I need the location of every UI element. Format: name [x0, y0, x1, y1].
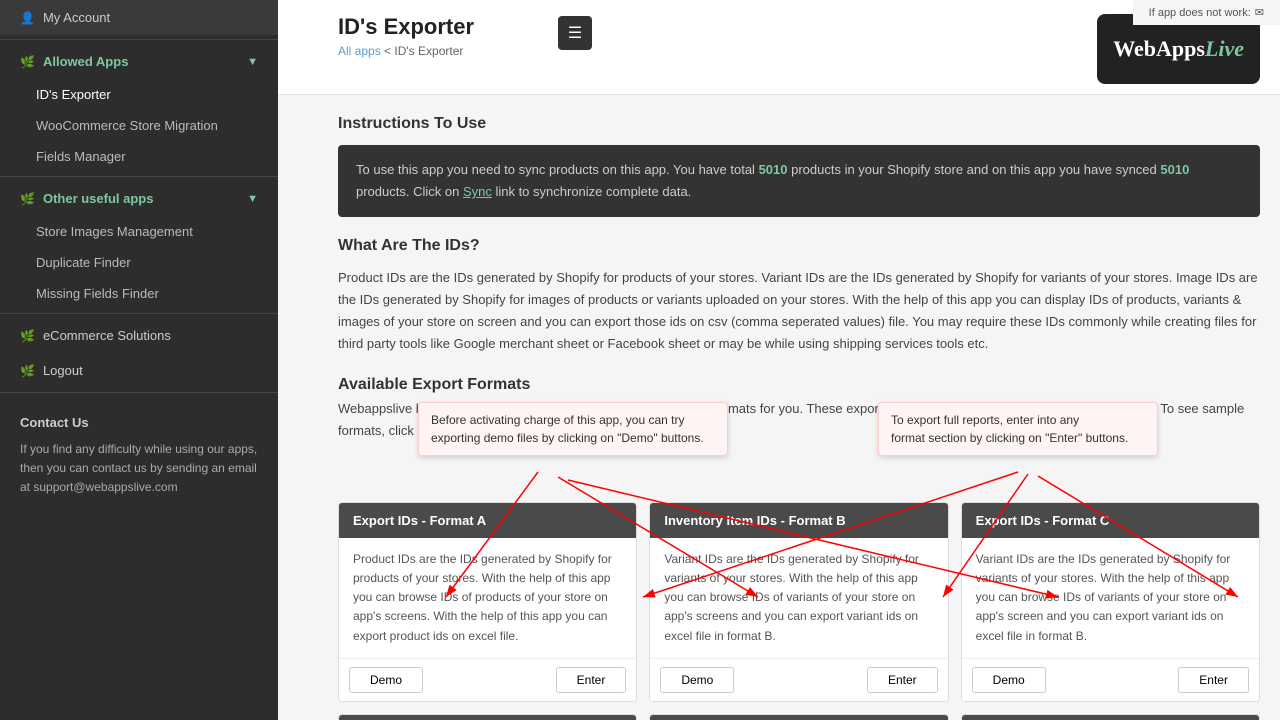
ecommerce-icon: 🌿 [20, 329, 35, 343]
sync-link[interactable]: Sync [463, 184, 492, 199]
content-body: Instructions To Use To use this app you … [278, 95, 1280, 720]
page-title: ID's Exporter [338, 14, 474, 40]
logout-icon: 🌿 [20, 364, 35, 378]
card-b-enter-button[interactable]: Enter [867, 667, 938, 693]
export-card-b: Inventory Item IDs - Format B Variant ID… [649, 502, 948, 702]
top-bar: If app does not work: ✉ [1133, 0, 1280, 25]
export-card-a: Export IDs - Format A Product IDs are th… [338, 502, 637, 702]
cards-row-1: Export IDs - Format A Product IDs are th… [338, 502, 1260, 702]
hamburger-button[interactable]: ☰ [558, 16, 592, 50]
logo: WebAppsLive [1113, 36, 1244, 62]
sidebar-item-fields-manager[interactable]: Fields Manager [0, 141, 278, 172]
sidebar-divider-1 [0, 39, 278, 40]
sidebar-section-other-apps[interactable]: 🌿 Other useful apps ▼ [0, 181, 278, 216]
card-a-header: Export IDs - Format A [339, 503, 636, 538]
export-card-f: Format F - Google Merchant Sheet Product… [961, 714, 1260, 720]
sidebar-section-allowed-apps[interactable]: 🌿 Allowed Apps ▼ [0, 44, 278, 79]
cards-row-2: Export IDs - Format D Image IDs are the … [338, 714, 1260, 720]
sidebar-item-woocommerce-migration[interactable]: WooCommerce Store Migration [0, 110, 278, 141]
user-icon: 👤 [20, 11, 35, 25]
email-icon[interactable]: ✉ [1255, 6, 1264, 19]
card-c-header: Export IDs - Format C [962, 503, 1259, 538]
sidebar-item-logout[interactable]: 🌿 Logout [0, 353, 278, 388]
sidebar: 👤 My Account 🌿 Allowed Apps ▼ ID's Expor… [0, 0, 278, 720]
card-f-header: Format F - Google Merchant Sheet [962, 715, 1259, 720]
available-export-section: Available Export Formats Webappslive hav… [338, 376, 1260, 720]
card-a-footer: Demo Enter [339, 658, 636, 701]
card-a-enter-button[interactable]: Enter [556, 667, 627, 693]
card-b-header: Inventory Item IDs - Format B [650, 503, 947, 538]
what-are-ids-title: What Are The IDs? [338, 237, 1260, 255]
card-c-footer: Demo Enter [962, 658, 1259, 701]
breadcrumb-separator: < [384, 44, 394, 58]
card-b-footer: Demo Enter [650, 658, 947, 701]
sidebar-item-duplicate-finder[interactable]: Duplicate Finder [0, 247, 278, 278]
sidebar-item-ids-exporter[interactable]: ID's Exporter [0, 79, 278, 110]
sidebar-divider-4 [0, 392, 278, 393]
what-are-ids-text: Product IDs are the IDs generated by Sho… [338, 267, 1260, 355]
what-are-ids-section: What Are The IDs? Product IDs are the ID… [338, 237, 1260, 355]
card-a-body: Product IDs are the IDs generated by Sho… [339, 538, 636, 658]
sidebar-item-missing-fields[interactable]: Missing Fields Finder [0, 278, 278, 309]
sidebar-divider-2 [0, 176, 278, 177]
breadcrumb-current: ID's Exporter [394, 44, 463, 58]
apps-icon: 🌿 [20, 55, 35, 69]
card-b-body: Variant IDs are the IDs generated by Sho… [650, 538, 947, 658]
chevron-allowed-apps: ▼ [247, 56, 258, 68]
info-box: To use this app you need to sync product… [338, 145, 1260, 217]
main-content: If app does not work: ✉ ☰ ID's Exporter … [278, 0, 1280, 720]
card-c-enter-button[interactable]: Enter [1178, 667, 1249, 693]
header-left: ID's Exporter All apps < ID's Exporter [338, 14, 474, 58]
breadcrumb-all-apps[interactable]: All apps [338, 44, 381, 58]
tooltip-enter: To export full reports, enter into any f… [878, 402, 1158, 456]
contact-text: If you find any difficulty while using o… [20, 440, 258, 498]
card-c-demo-button[interactable]: Demo [972, 667, 1046, 693]
tooltip-demo: Before activating charge of this app, yo… [418, 402, 728, 456]
card-a-demo-button[interactable]: Demo [349, 667, 423, 693]
contact-title: Contact Us [20, 413, 258, 434]
export-card-d: Export IDs - Format D Image IDs are the … [338, 714, 637, 720]
export-card-e: Format E - Facebook Sheet Product and va… [649, 714, 948, 720]
sidebar-item-my-account[interactable]: 👤 My Account [0, 0, 278, 35]
sidebar-item-store-images[interactable]: Store Images Management [0, 216, 278, 247]
card-e-header: Format E - Facebook Sheet [650, 715, 947, 720]
other-apps-icon: 🌿 [20, 192, 35, 206]
instructions-title: Instructions To Use [338, 115, 1260, 133]
card-b-demo-button[interactable]: Demo [660, 667, 734, 693]
available-export-title: Available Export Formats [338, 376, 1260, 394]
card-d-header: Export IDs - Format D [339, 715, 636, 720]
card-c-body: Variant IDs are the IDs generated by Sho… [962, 538, 1259, 658]
sidebar-divider-3 [0, 313, 278, 314]
content-header: ID's Exporter All apps < ID's Exporter W… [278, 0, 1280, 95]
sidebar-item-ecommerce[interactable]: 🌿 eCommerce Solutions [0, 318, 278, 353]
breadcrumb: All apps < ID's Exporter [338, 44, 474, 58]
contact-section: Contact Us If you find any difficulty wh… [0, 397, 278, 513]
export-card-c: Export IDs - Format C Variant IDs are th… [961, 502, 1260, 702]
chevron-other-apps: ▼ [247, 193, 258, 205]
